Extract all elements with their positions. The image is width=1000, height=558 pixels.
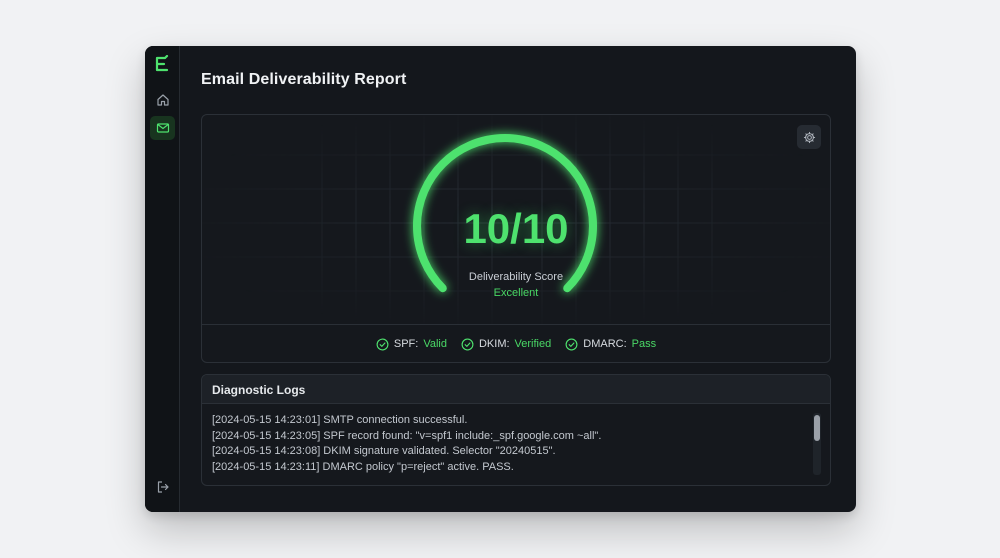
check-circle-icon [376, 338, 389, 350]
check-spf: SPF: Valid [376, 338, 447, 351]
logs-body: [2024-05-15 14:23:01] SMTP connection su… [212, 413, 810, 475]
log-line: [2024-05-15 14:23:11] DMARC policy "p=re… [212, 460, 514, 473]
sidebar [145, 46, 180, 512]
check-status: Pass [631, 338, 657, 350]
scrollbar[interactable] [813, 413, 821, 475]
check-circle-icon [565, 338, 578, 350]
score-label: Deliverability Score [468, 271, 564, 283]
check-dkim: DKIM: Verified [461, 338, 551, 351]
scrollbar-thumb[interactable] [814, 415, 820, 441]
check-dmarc: DMARC: Pass [565, 338, 656, 351]
check-name: DKIM: [478, 338, 510, 350]
page-title: Email Deliverability Report [201, 71, 407, 88]
check-circle-icon [461, 338, 474, 350]
home-icon [156, 94, 169, 106]
mail-icon [156, 123, 169, 133]
auth-checks: SPF: Valid DKIM: Verified DMARC: Pass [202, 324, 830, 362]
logs-title: Diagnostic Logs [202, 375, 830, 404]
settings-button[interactable] [797, 125, 821, 149]
sidebar-item-mail[interactable] [150, 116, 175, 140]
score-grade: Excellent [493, 287, 539, 299]
check-name: DMARC: [583, 338, 627, 350]
check-status: Valid [423, 338, 447, 350]
gear-icon [803, 131, 815, 143]
score-value: 10/10 [463, 205, 569, 252]
sidebar-item-home[interactable] [150, 88, 175, 112]
diagnostic-logs-panel: Diagnostic Logs [2024-05-15 14:23:01] SM… [201, 374, 831, 486]
logout-icon [157, 481, 169, 493]
log-line: [2024-05-15 14:23:01] SMTP connection su… [212, 414, 468, 426]
log-line: [2024-05-15 14:23:05] SPF record found: … [212, 429, 602, 442]
check-name: SPF: [393, 338, 419, 350]
app-window: Email Deliverability Report 10/10 Delive… [145, 46, 856, 512]
check-status: Verified [514, 338, 552, 350]
log-line: [2024-05-15 14:23:08] DKIM signature val… [212, 445, 556, 457]
score-card: 10/10 Deliverability Score Excellent SPF… [201, 114, 831, 363]
logout-button[interactable] [150, 475, 175, 499]
brand-logo-icon [155, 55, 169, 72]
